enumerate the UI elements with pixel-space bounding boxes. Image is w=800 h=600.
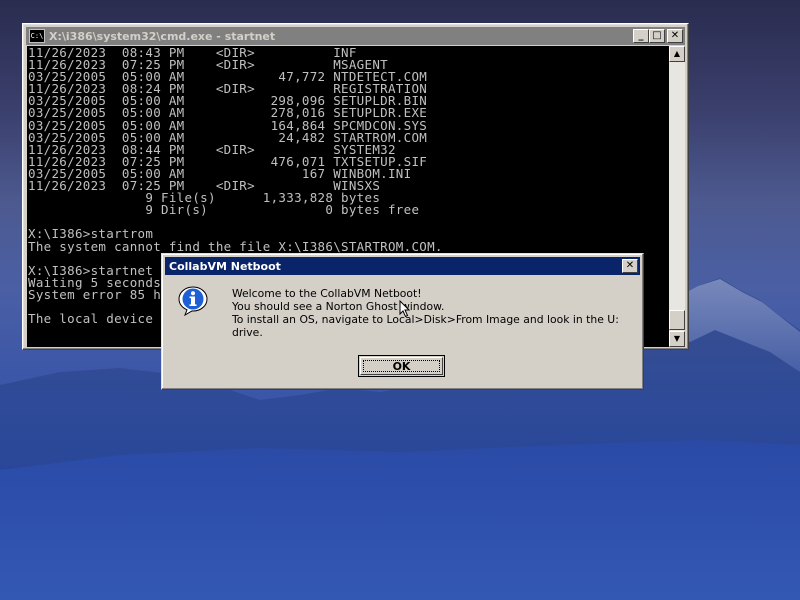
dialog-close-button[interactable]: ✕ [622,259,638,273]
ok-button[interactable]: OK [358,355,445,377]
info-icon [178,286,208,317]
cmd-titlebar[interactable]: C:\ X:\i386\system32\cmd.exe - startnet … [26,27,685,45]
console-line: System error 85 h [28,286,162,302]
dialog-message-line: To install an OS, navigate to Local>Disk… [232,313,619,339]
close-button[interactable]: ✕ [667,29,683,43]
dialog-message-line: Welcome to the CollabVM Netboot! [232,287,422,300]
console-line: The system cannot find the file X:\I386\… [28,238,443,254]
scroll-up-button[interactable]: ▲ [669,46,685,62]
cmd-icon: C:\ [29,29,45,43]
console-line: The local device [28,311,154,327]
dialog-message-line: You should see a Norton Ghost window. [232,300,445,313]
ok-button-label: OK [392,359,411,373]
scroll-down-button[interactable]: ▼ [669,331,685,347]
mouse-cursor-icon [399,300,411,318]
console-scrollbar[interactable]: ▲ ▼ [669,46,685,347]
minimize-button[interactable]: _ [633,29,649,43]
dialog-titlebar[interactable]: CollabVM Netboot ✕ [165,257,640,275]
console-line: 9 Dir(s) 0 bytes free [145,202,420,218]
scrollbar-thumb[interactable] [669,310,685,330]
maximize-button[interactable]: □ [649,29,665,43]
cmd-window-title: X:\i386\system32\cmd.exe - startnet [49,29,276,43]
message-dialog[interactable]: CollabVM Netboot ✕ Welcome to the Collab… [161,253,644,390]
dialog-message: Welcome to the CollabVM Netboot! You sho… [232,287,637,339]
dialog-title: CollabVM Netboot [169,259,281,273]
